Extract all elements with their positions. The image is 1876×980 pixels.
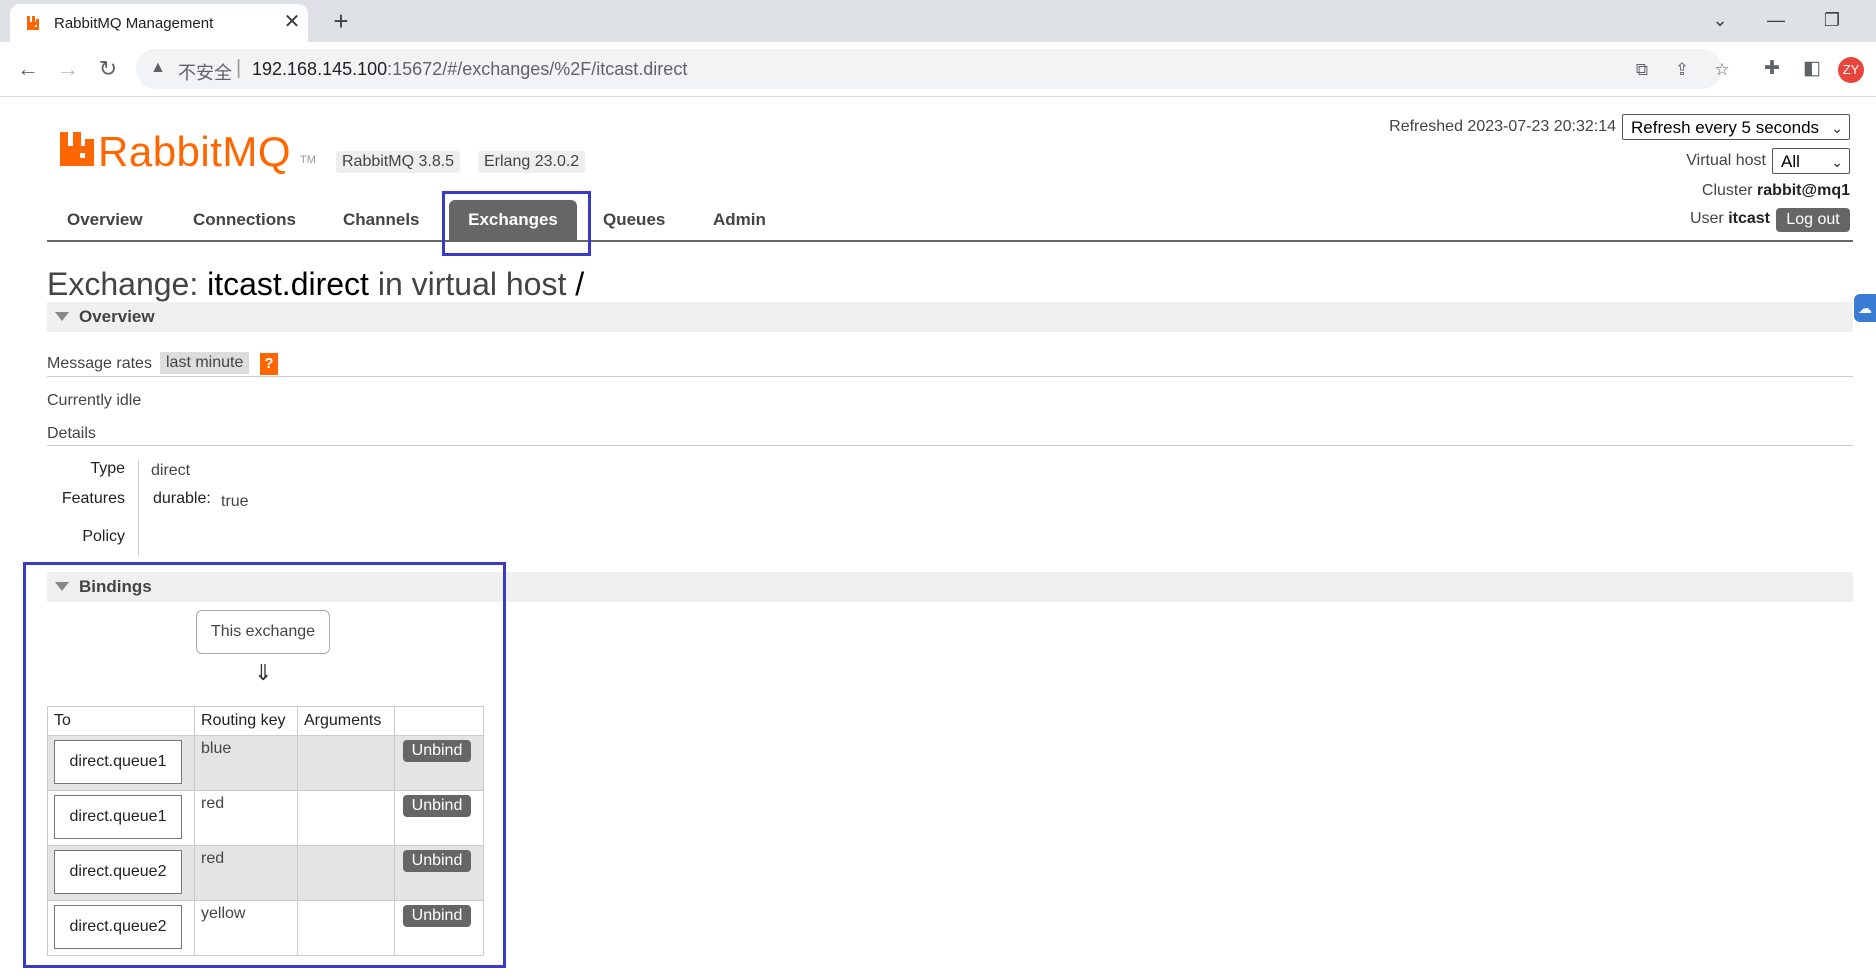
idle-status: Currently idle bbox=[47, 392, 142, 409]
durable-label: durable: bbox=[153, 490, 211, 507]
url-path: :15672/#/exchanges/%2F/itcast.direct bbox=[387, 59, 688, 79]
policy-label: Policy bbox=[82, 528, 125, 545]
rabbitmq-version-badge: RabbitMQ 3.8.5 bbox=[336, 151, 461, 173]
divider bbox=[47, 376, 1853, 377]
side-panel-icon[interactable]: ◧ bbox=[1798, 55, 1826, 83]
title-mid: in virtual host bbox=[377, 266, 567, 302]
vhost-name: / bbox=[575, 266, 585, 302]
insecure-label: 不安全 bbox=[178, 63, 232, 83]
browser-tab[interactable]: RabbitMQ Management ✕ bbox=[10, 4, 308, 42]
browser-tabstrip: RabbitMQ Management ✕ + ⌄ — ❐ bbox=[0, 0, 1876, 42]
refresh-interval-value: Refresh every 5 seconds bbox=[1631, 118, 1820, 137]
exchange-name: itcast.direct bbox=[207, 266, 369, 302]
collapse-triangle-icon bbox=[55, 312, 69, 321]
forward-icon[interactable]: → bbox=[54, 55, 82, 83]
tab-connections[interactable]: Connections bbox=[193, 200, 296, 240]
rate-period-selector[interactable]: last minute bbox=[160, 352, 250, 374]
tab-title: RabbitMQ Management bbox=[54, 15, 214, 32]
minimize-icon[interactable]: — bbox=[1756, 6, 1796, 34]
browser-toolbar: ← → ↻ ▲ 不安全 | 192.168.145.100:15672/#/ex… bbox=[0, 42, 1876, 97]
message-rates-label: Message rates bbox=[47, 355, 152, 372]
tab-overview[interactable]: Overview bbox=[67, 200, 143, 240]
warning-icon: ▲ bbox=[150, 59, 166, 76]
tab-close-icon[interactable]: ✕ bbox=[280, 10, 304, 34]
url-host: 192.168.145.100 bbox=[252, 59, 388, 79]
chevron-down-icon: ⌄ bbox=[1831, 154, 1843, 170]
nav-divider bbox=[47, 240, 1853, 242]
virtual-host-label: Virtual host bbox=[1686, 152, 1766, 169]
share-icon[interactable]: ⇪ bbox=[1670, 58, 1694, 82]
cluster-value: rabbit@mq1 bbox=[1757, 182, 1850, 199]
url-text: 192.168.145.100:15672/#/exchanges/%2F/it… bbox=[252, 59, 687, 80]
help-icon[interactable]: ? bbox=[260, 353, 278, 375]
address-bar[interactable]: ▲ 不安全 | 192.168.145.100:15672/#/exchange… bbox=[136, 49, 1730, 89]
user-info: User itcast bbox=[1690, 210, 1770, 228]
tab-admin[interactable]: Admin bbox=[713, 200, 766, 240]
reload-icon[interactable]: ↻ bbox=[94, 55, 122, 83]
bookmark-star-icon[interactable]: ☆ bbox=[1710, 58, 1734, 82]
overview-section-title: Overview bbox=[79, 307, 155, 326]
back-icon[interactable]: ← bbox=[14, 55, 42, 83]
logo-text: RabbitMQ bbox=[98, 128, 292, 175]
tab-queues[interactable]: Queues bbox=[603, 200, 665, 240]
restore-icon[interactable]: ❐ bbox=[1812, 6, 1852, 34]
user-label: User bbox=[1689, 210, 1724, 227]
logout-button[interactable]: Log out bbox=[1776, 208, 1850, 232]
user-value: itcast bbox=[1728, 210, 1770, 227]
title-prefix: Exchange: bbox=[47, 266, 199, 302]
type-label: Type bbox=[90, 460, 125, 477]
type-value: direct bbox=[151, 462, 191, 479]
divider bbox=[47, 445, 1853, 446]
rabbitmq-favicon-icon bbox=[27, 16, 39, 30]
logo-trademark: TM bbox=[300, 154, 316, 166]
chevron-down-icon: ⌄ bbox=[1831, 120, 1843, 136]
durable-value: true bbox=[221, 493, 249, 510]
cluster-label: Cluster bbox=[1701, 182, 1753, 199]
page-title: Exchange: itcast.direct in virtual host … bbox=[47, 266, 584, 303]
tab-channels[interactable]: Channels bbox=[343, 200, 420, 240]
refresh-interval-select[interactable]: Refresh every 5 seconds ⌄ bbox=[1622, 114, 1850, 140]
url-divider: | bbox=[236, 57, 242, 79]
profile-avatar[interactable]: ZY bbox=[1838, 57, 1864, 83]
refreshed-timestamp: Refreshed 2023-07-23 20:32:14 bbox=[1389, 118, 1616, 135]
floating-assistant-icon[interactable]: ☁ bbox=[1854, 294, 1876, 322]
extensions-icon[interactable]: ✚ bbox=[1758, 55, 1786, 83]
erlang-version-badge: Erlang 23.0.2 bbox=[478, 151, 586, 173]
annotation-box-bindings bbox=[23, 562, 506, 968]
features-label: Features bbox=[61, 490, 125, 507]
virtual-host-select[interactable]: All ⌄ bbox=[1772, 148, 1850, 174]
tab-search-icon[interactable]: ⌄ bbox=[1700, 6, 1740, 34]
translate-icon[interactable]: ⧉ bbox=[1630, 58, 1654, 82]
cluster-info: Cluster rabbit@mq1 bbox=[1702, 182, 1850, 200]
details-divider bbox=[138, 460, 139, 556]
new-tab-button[interactable]: + bbox=[326, 7, 356, 35]
details-label: Details bbox=[47, 425, 96, 442]
rabbitmq-logo-icon bbox=[60, 132, 94, 166]
virtual-host-value: All bbox=[1781, 152, 1800, 171]
annotation-box-exchanges bbox=[442, 191, 591, 256]
overview-section-header[interactable]: Overview bbox=[47, 302, 1853, 332]
